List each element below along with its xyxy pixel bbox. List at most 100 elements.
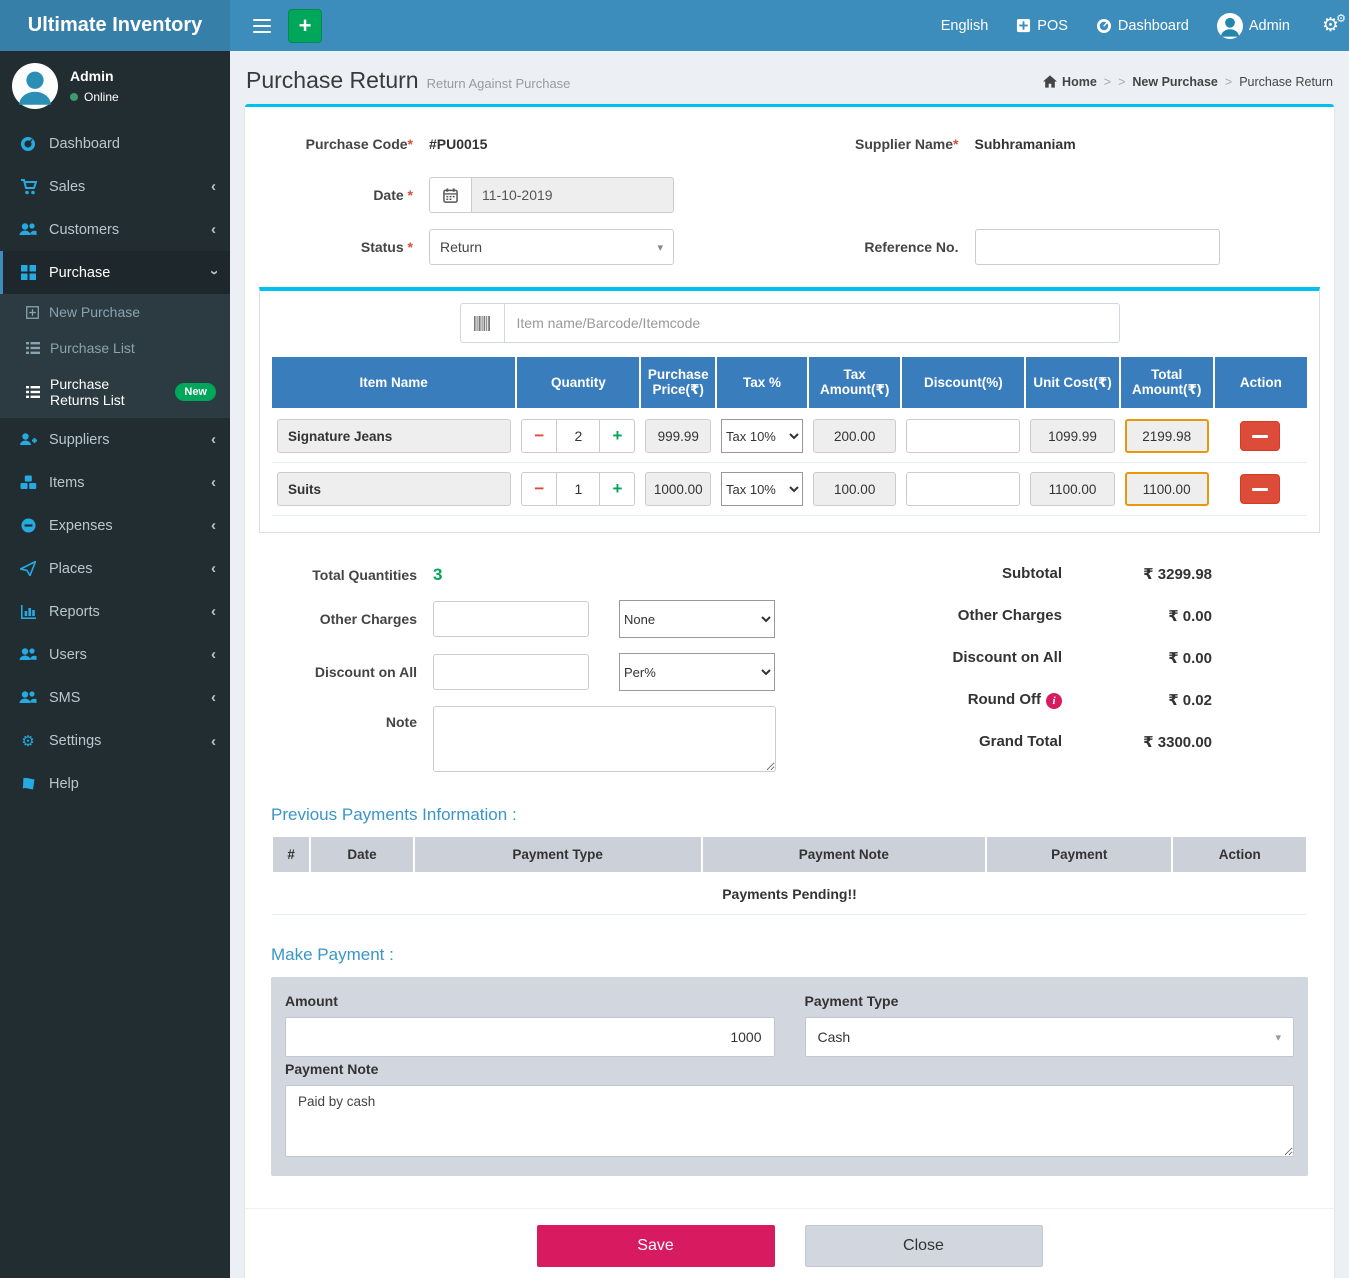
tax-select[interactable]: Tax 10% [721, 419, 803, 453]
caret-down-icon: ▾ [657, 241, 663, 254]
remove-item-button[interactable] [1240, 421, 1280, 451]
home-icon [1043, 75, 1057, 88]
subtotal-value: ₹ 3299.98 [1062, 565, 1212, 583]
close-button[interactable]: Close [805, 1225, 1043, 1267]
item-name-field [277, 419, 511, 453]
purchase-price-field [645, 472, 711, 506]
note-field[interactable] [433, 706, 776, 772]
minus-icon [1252, 435, 1268, 438]
total-quantities-label: Total Quantities [273, 567, 433, 583]
discount-type-select[interactable]: Per% [619, 653, 775, 691]
chevron-left-icon: ‹ [211, 689, 216, 706]
minus-icon [1252, 488, 1268, 491]
item-search-input[interactable] [504, 303, 1120, 343]
totals-section: Total Quantities 3 Other Charges None Di… [259, 547, 1320, 791]
plus-square-icon [26, 306, 39, 319]
payment-note-field[interactable]: Paid by cash [285, 1085, 1294, 1157]
date-field[interactable] [471, 177, 674, 213]
col-hash: # [272, 836, 310, 873]
app-logo[interactable]: Ultimate Inventory [0, 0, 230, 51]
qty-decrease-button[interactable]: − [521, 419, 556, 453]
content-header: Purchase Return Return Against Purchase … [230, 51, 1349, 104]
table-row: − + Tax 10% [272, 409, 1307, 463]
remove-item-button[interactable] [1240, 474, 1280, 504]
sidebar-item-dashboard[interactable]: Dashboard [0, 123, 230, 165]
sidebar-item-settings[interactable]: ⚙ Settings‹ [0, 719, 230, 763]
dashboard-link[interactable]: Dashboard [1096, 18, 1189, 34]
th-large-icon [19, 265, 37, 280]
chevron-left-icon: ‹ [211, 560, 216, 577]
discount-field[interactable] [906, 419, 1020, 453]
sidebar-item-items[interactable]: Items‹ [0, 461, 230, 504]
payments-pending-message: Payments Pending!! [272, 873, 1307, 915]
settings-gears-icon[interactable]: ⚙⚙ [1322, 14, 1339, 37]
col-tax-amount: Tax Amount(₹) [808, 357, 901, 409]
sidebar-item-sms[interactable]: SMS‹ [0, 676, 230, 719]
qty-field[interactable] [556, 472, 600, 506]
sidebar-toggle-icon[interactable] [240, 0, 284, 51]
list-icon [26, 386, 40, 398]
calendar-icon [429, 177, 471, 213]
info-icon[interactable]: i [1046, 693, 1062, 709]
language-link[interactable]: English [941, 18, 989, 34]
breadcrumb-home[interactable]: Home [1043, 75, 1097, 89]
sidebar-item-reports[interactable]: Reports‹ [0, 590, 230, 633]
save-button[interactable]: Save [537, 1225, 775, 1267]
user-menu[interactable]: Admin [1217, 13, 1290, 39]
qty-increase-button[interactable]: + [600, 472, 635, 506]
supplier-name-label: Supplier Name* [790, 136, 975, 152]
round-off-row: Round Offi ₹ 0.02 [896, 691, 1212, 709]
quick-add-button[interactable]: + [288, 9, 322, 43]
amount-field[interactable] [285, 1017, 775, 1057]
pos-plus-square-icon [1016, 18, 1031, 33]
sidebar-item-expenses[interactable]: Expenses‹ [0, 504, 230, 547]
paper-plane-icon [19, 561, 37, 576]
sidebar-item-sales[interactable]: Sales‹ [0, 165, 230, 208]
tax-amount-field [813, 419, 896, 453]
other-charges-type-select[interactable]: None [619, 600, 775, 638]
sidebar-item-help[interactable]: Help [0, 763, 230, 805]
total-amount-field [1125, 419, 1209, 453]
breadcrumb-current: Purchase Return [1239, 75, 1333, 89]
col-payment-type: Payment Type [414, 836, 702, 873]
sidebar-item-users[interactable]: Users‹ [0, 633, 230, 676]
sidebar-item-suppliers[interactable]: Suppliers‹ [0, 418, 230, 461]
payment-type-select[interactable]: Cash▾ [805, 1017, 1295, 1057]
sidebar-item-purchase-returns-list[interactable]: Purchase Returns List New [0, 366, 230, 418]
tax-amount-field [813, 472, 896, 506]
breadcrumb-new-purchase[interactable]: New Purchase [1132, 75, 1217, 89]
discount-on-all-row: Discount on All ₹ 0.00 [896, 649, 1212, 667]
sidebar-item-purchase[interactable]: Purchase‹ [0, 251, 230, 294]
online-dot-icon [70, 93, 78, 101]
sidebar-item-purchase-list[interactable]: Purchase List [0, 330, 230, 366]
pos-link[interactable]: POS [1016, 18, 1068, 34]
sidebar-item-customers[interactable]: Customers‹ [0, 208, 230, 251]
col-unit-cost: Unit Cost(₹) [1025, 357, 1119, 409]
qty-decrease-button[interactable]: − [521, 472, 556, 506]
qty-increase-button[interactable]: + [600, 419, 635, 453]
minus-circle-icon [19, 518, 37, 533]
reference-no-field[interactable] [975, 229, 1220, 265]
chevron-left-icon: ‹ [211, 431, 216, 448]
unit-cost-field [1030, 472, 1114, 506]
purchase-return-form: Purchase Code* #PU0015 Date * [259, 127, 1320, 281]
status-select[interactable]: Return▾ [429, 229, 674, 265]
chevron-left-icon: ‹ [211, 517, 216, 534]
discount-on-all-field[interactable] [433, 654, 589, 690]
gauge-icon [19, 136, 37, 152]
users-icon [19, 222, 37, 237]
discount-on-all-value: ₹ 0.00 [1062, 649, 1212, 667]
chevron-left-icon: ‹ [211, 474, 216, 491]
qty-field[interactable] [556, 419, 600, 453]
tax-select[interactable]: Tax 10% [721, 472, 803, 506]
other-charges-label: Other Charges [273, 611, 433, 627]
other-charges-field[interactable] [433, 601, 589, 637]
sidebar-item-places[interactable]: Places‹ [0, 547, 230, 590]
round-off-value: ₹ 0.02 [1062, 691, 1212, 709]
amount-label: Amount [285, 993, 775, 1009]
users-icon [19, 647, 37, 662]
total-quantities-value: 3 [433, 565, 442, 585]
sidebar-item-new-purchase[interactable]: New Purchase [0, 294, 230, 330]
col-action: Action [1172, 836, 1307, 873]
discount-field[interactable] [906, 472, 1020, 506]
